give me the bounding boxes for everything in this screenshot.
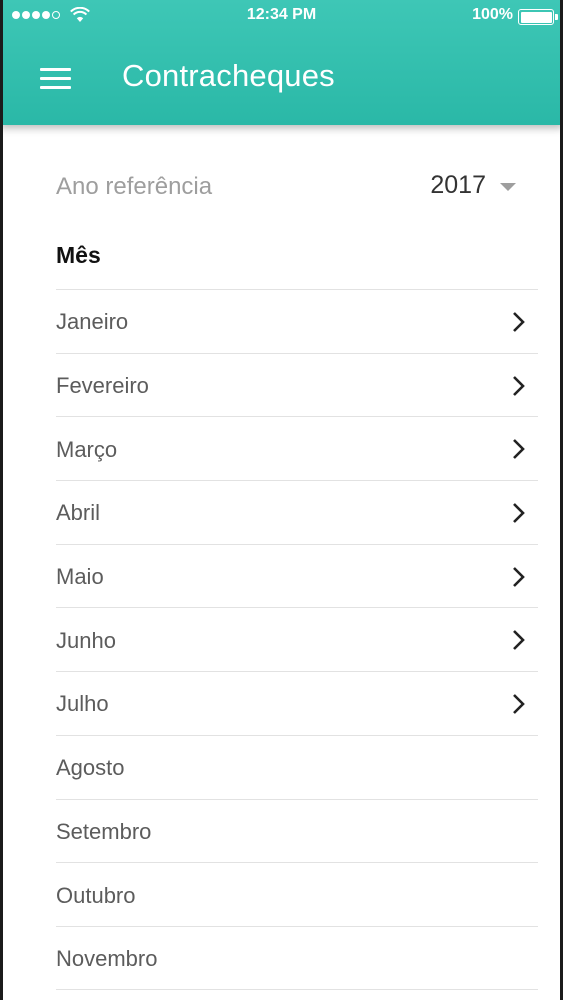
month-item-label: Novembro bbox=[56, 945, 158, 971]
month-item-novembro: Novembro bbox=[56, 925, 538, 990]
month-item-julho[interactable]: Julho bbox=[56, 671, 538, 735]
hamburger-line bbox=[40, 86, 71, 89]
month-item-abril[interactable]: Abril bbox=[56, 480, 538, 544]
month-item-label: Janeiro bbox=[56, 309, 129, 335]
month-item-label: Maio bbox=[56, 564, 104, 590]
chevron-right-icon bbox=[513, 439, 525, 460]
month-item-maio[interactable]: Maio bbox=[56, 543, 538, 608]
status-bar: 12:34 PM 100% bbox=[0, 0, 563, 32]
hamburger-line bbox=[40, 77, 71, 80]
month-item-label: Julho bbox=[56, 691, 109, 717]
menu-button[interactable] bbox=[30, 57, 80, 101]
chevron-right-icon bbox=[513, 694, 525, 715]
month-item-label: Setembro bbox=[56, 818, 152, 844]
page-title: Contracheques bbox=[122, 58, 335, 93]
dropdown-arrow-icon bbox=[500, 182, 516, 191]
month-item-fevereiro[interactable]: Fevereiro bbox=[56, 352, 538, 417]
year-filter-label: Ano referência bbox=[56, 173, 213, 200]
month-item-outubro: Outubro bbox=[56, 862, 538, 926]
month-item-setembro: Setembro bbox=[56, 798, 538, 863]
chevron-right-icon bbox=[513, 566, 525, 587]
month-item-label: Outubro bbox=[56, 882, 136, 908]
month-item-label: Março bbox=[56, 436, 118, 462]
month-item-label: Junho bbox=[56, 627, 116, 653]
battery-icon bbox=[518, 9, 554, 25]
month-section-heading: Mês bbox=[56, 242, 101, 268]
chevron-right-icon bbox=[513, 503, 525, 523]
year-filter-row: Ano referência 2017 bbox=[56, 165, 526, 211]
chevron-right-icon bbox=[513, 630, 525, 651]
device-bezel-left bbox=[0, 0, 3, 1000]
hamburger-menu-icon bbox=[40, 68, 71, 71]
month-item-janeiro[interactable]: Janeiro bbox=[56, 289, 538, 353]
month-list: Janeiro Fevereiro Março Abril Maio Junho… bbox=[56, 289, 538, 990]
month-item-junho[interactable]: Junho bbox=[56, 607, 538, 671]
battery-percentage: 100% bbox=[472, 6, 513, 23]
month-item-marco[interactable]: Março bbox=[56, 416, 538, 480]
year-select[interactable]: 2017 bbox=[430, 171, 516, 200]
month-item-label: Abril bbox=[56, 500, 101, 526]
year-select-value: 2017 bbox=[430, 171, 486, 199]
app-bar: 12:34 PM 100% Contracheques bbox=[0, 0, 563, 125]
month-item-label: Agosto bbox=[56, 755, 125, 781]
chevron-right-icon bbox=[513, 312, 525, 332]
month-item-label: Fevereiro bbox=[56, 373, 149, 399]
app-screen: 12:34 PM 100% Contracheques Ano referênc… bbox=[0, 0, 563, 1000]
chevron-right-icon bbox=[513, 375, 525, 396]
month-item-agosto: Agosto bbox=[56, 734, 538, 799]
battery-tip bbox=[555, 14, 558, 20]
